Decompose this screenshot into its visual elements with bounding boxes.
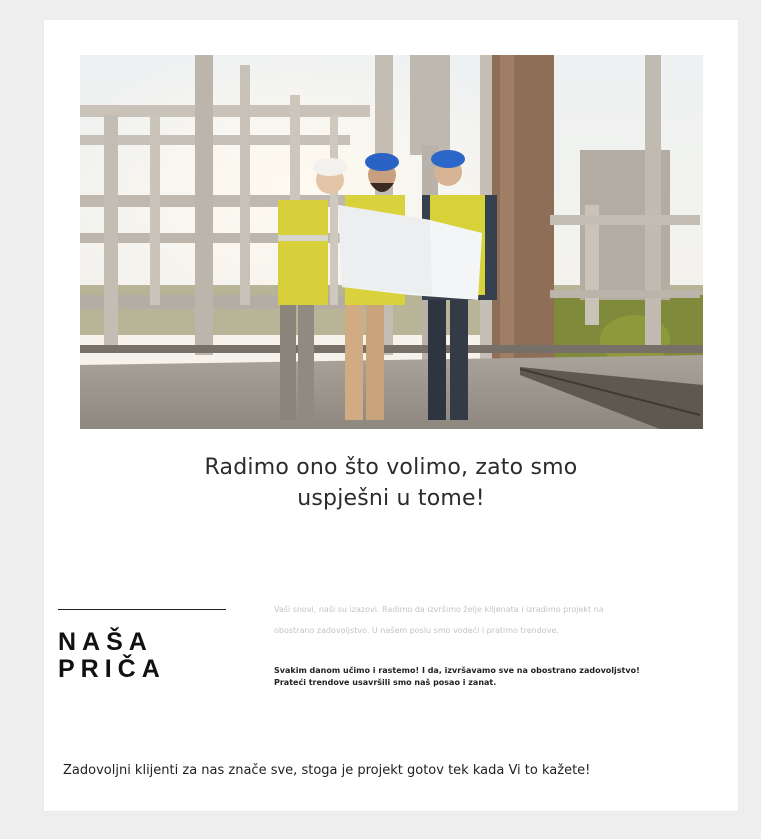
story-title-line-2: PRIČA [58, 655, 166, 683]
story-emphasis-text: Svakim danom učimo i rastemo! I da, izvr… [274, 666, 640, 687]
headline-line-2: uspješni u tome! [297, 486, 485, 511]
story-title: NAŠA PRIČA [58, 629, 166, 683]
client-statement: Zadovoljni klijenti za nas znače sve, st… [63, 763, 591, 778]
story-title-line-1: NAŠA [58, 628, 153, 656]
story-divider [58, 609, 226, 610]
headline-line-1: Radimo ono što volimo, zato smo [204, 455, 578, 480]
story-intro-text: Vaši snovi, naši su izazovi. Radimo da i… [274, 605, 604, 635]
content-card: Radimo ono što volimo, zato smo uspješni… [44, 20, 738, 811]
headline: Radimo ono što volimo, zato smo uspješni… [144, 452, 638, 514]
construction-photo [80, 55, 703, 429]
hero-image [80, 55, 703, 429]
